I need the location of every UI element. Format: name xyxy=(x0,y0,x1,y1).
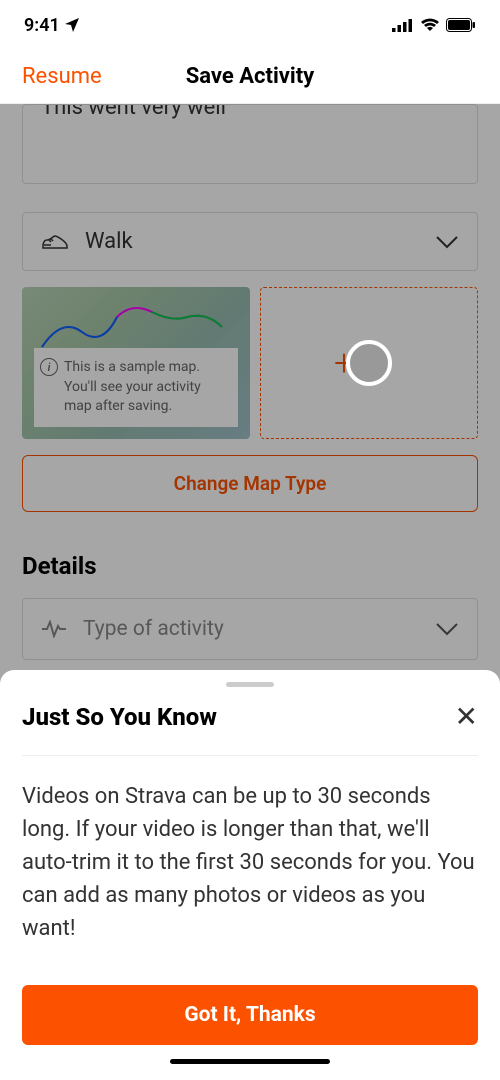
nav-bar: Resume Save Activity xyxy=(0,50,500,104)
resume-button[interactable]: Resume xyxy=(22,64,102,89)
wifi-icon xyxy=(420,18,440,32)
close-icon[interactable]: ✕ xyxy=(455,703,478,731)
record-icon xyxy=(346,340,392,386)
status-time-group: 9:41 xyxy=(24,15,80,36)
page-title: Save Activity xyxy=(186,64,315,89)
status-indicators xyxy=(392,18,476,32)
status-time: 9:41 xyxy=(24,15,60,36)
home-indicator[interactable] xyxy=(170,1059,330,1064)
sheet-header: Just So You Know ✕ xyxy=(22,703,478,756)
got-it-button[interactable]: Got It, Thanks xyxy=(22,985,478,1045)
info-sheet: Just So You Know ✕ Videos on Strava can … xyxy=(0,670,500,1080)
sheet-title: Just So You Know xyxy=(22,703,217,731)
sheet-body-text: Videos on Strava can be up to 30 seconds… xyxy=(22,780,478,945)
status-bar: 9:41 xyxy=(0,0,500,50)
battery-icon xyxy=(446,18,476,32)
sheet-handle[interactable] xyxy=(226,682,274,687)
location-icon xyxy=(64,17,80,33)
cellular-icon xyxy=(392,18,414,32)
